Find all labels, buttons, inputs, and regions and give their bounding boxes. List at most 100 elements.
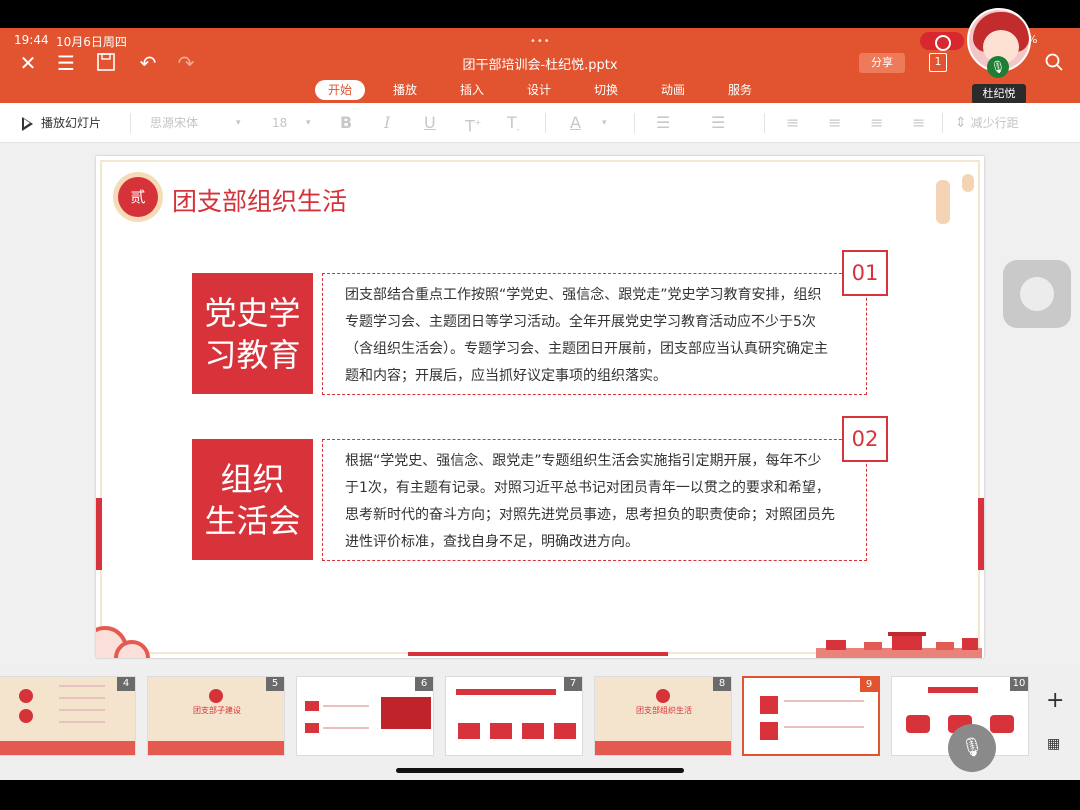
menu-icon[interactable]: ☰ [54,52,78,74]
bottom-bezel [0,780,1080,810]
section-badge: 贰 [113,172,163,222]
slide-canvas[interactable]: 贰 团支部组织生活 团支部结合重点工作按照“学党史、强信念、跟党走”党史学习教育… [96,156,984,658]
mic-mute-icon[interactable]: 🎙 [948,724,996,772]
bold-icon[interactable]: B [340,113,352,133]
status-time: 19:44 [14,33,49,47]
slide-thumbnail[interactable]: 6 [296,676,434,756]
redo-icon[interactable]: ↷ [174,52,198,74]
align-center-icon[interactable]: ≡ [828,113,841,133]
thumbnail-decor [148,741,284,755]
section-number-box[interactable]: 01 [842,250,888,296]
thumbnail-block [760,722,778,740]
section-heading-line: 组织 [220,459,285,498]
thumbnail-decor [0,741,135,755]
reduce-line-spacing-button[interactable]: ⇕ 减少行距 [955,113,1035,133]
toolbar-divider [764,113,765,133]
lantern-icon [936,180,950,224]
tab-start[interactable]: 开始 [315,80,365,100]
thumbnail-dot [19,689,33,703]
thumbnail-dot [19,709,33,723]
slide-thumbnail-active[interactable]: 9 [742,676,880,756]
multitask-dots-icon[interactable]: ••• [530,36,551,47]
thumbnail-text-line [323,705,369,707]
superscript-icon[interactable]: T+ [465,113,481,135]
section-heading: 党史学 习教育 [204,292,300,376]
italic-icon[interactable]: I [384,113,390,133]
toolbar-divider [130,113,131,133]
chevron-down-icon: ▾ [306,118,311,128]
microphone-icon[interactable]: 🎙 [987,56,1009,78]
thumbnail-text-line [323,727,369,729]
close-icon[interactable]: ✕ [16,52,40,74]
chevron-down-icon[interactable]: ▾ [602,113,607,133]
underline-icon[interactable]: U [424,113,436,133]
font-color-icon[interactable]: A [570,113,581,133]
add-slide-button[interactable]: + [1046,688,1064,713]
justify-icon[interactable]: ≡ [912,113,925,133]
slide-thumbnail[interactable]: 7 [445,676,583,756]
bottom-decor-strip [408,652,668,656]
thumbnail-title: 团支部组织生活 [636,706,692,715]
left-decor-bar [96,498,102,570]
thumbnail-number: 6 [415,677,433,691]
tab-transition[interactable]: 切换 [586,80,626,100]
tab-design[interactable]: 设计 [519,80,559,100]
slide-thumbnail[interactable]: 4 [0,676,136,756]
slide-thumbnail[interactable]: 5 团支部子建设 [147,676,285,756]
slide-title[interactable]: 团支部组织生活 [172,182,347,218]
font-size-value: 18 [272,116,288,130]
tab-animation[interactable]: 动画 [653,80,693,100]
thumbnail-block [928,687,978,693]
user-name-tag: 杜纪悦 [972,84,1026,104]
home-indicator[interactable] [396,768,684,773]
bullet-list-icon[interactable]: ☰ [656,113,670,133]
thumbnail-title: 团支部子建设 [193,706,241,715]
screen-record-icon[interactable] [920,32,964,51]
section-badge-number: 贰 [118,177,158,217]
align-right-icon[interactable]: ≡ [870,113,883,133]
section-heading-box[interactable]: 组织 生活会 [192,439,313,560]
reduce-line-spacing-label: 减少行距 [970,116,1019,130]
thumbnail-block [760,696,778,714]
thumbnail-block [456,689,556,695]
thumbnail-number: 7 [564,677,582,691]
toolbar-divider [545,113,546,133]
tab-insert[interactable]: 插入 [452,80,492,100]
section-heading-line: 生活会 [204,501,301,540]
lantern-icon [962,174,974,192]
tab-play[interactable]: 播放 [385,80,425,100]
section-number-box[interactable]: 02 [842,416,888,462]
subscript-icon[interactable]: T- [507,113,520,134]
thumbnail-number: 8 [713,677,731,691]
section-heading-line: 党史学 [204,293,301,332]
content-card-01[interactable]: 团支部结合重点工作按照“学党史、强信念、跟党走”党史学习教育安排，组织专题学习会… [322,273,867,395]
thumbnail-text-line [59,721,105,723]
content-card-02[interactable]: 根据“学党史、强信念、跟党走”专题组织生活会实施指引定期开展，每年不少于1次，有… [322,439,867,561]
thumbnail-number: 4 [117,677,135,691]
thumbnail-decor [595,741,731,755]
font-name-select[interactable]: 思源宋体 ▾ [150,113,250,133]
save-icon[interactable] [94,52,118,74]
thumbnail-text-line [59,709,105,711]
grid-view-icon[interactable]: ▦ [1047,736,1060,752]
tab-service[interactable]: 服务 [720,80,760,100]
align-left-icon[interactable]: ≡ [786,113,799,133]
thumbnail-block [990,715,1014,733]
slide-thumbnail[interactable]: 8 团支部组织生活 [594,676,732,756]
thumbnail-dot [209,689,223,703]
building-silhouette [816,632,982,658]
line-spacing-icon: ⇕ [955,115,967,131]
thumbnail-block [554,723,576,739]
undo-icon[interactable]: ↶ [136,52,160,74]
section-heading-box[interactable]: 党史学 习教育 [192,273,313,394]
page-count-button[interactable]: 1 [929,53,947,72]
status-date: 10月6日周四 [56,35,127,49]
thumbnail-block [906,715,930,733]
numbered-list-icon[interactable]: ☰ [711,113,725,133]
play-slideshow-button[interactable]: 播放幻灯片 [22,112,101,134]
thumbnail-number: 10 [1010,677,1028,691]
share-button[interactable]: 分享 [859,53,905,73]
search-icon[interactable] [1042,52,1066,74]
font-size-select[interactable]: 18 ▾ [272,113,318,133]
assistive-touch-button[interactable] [1003,260,1071,328]
